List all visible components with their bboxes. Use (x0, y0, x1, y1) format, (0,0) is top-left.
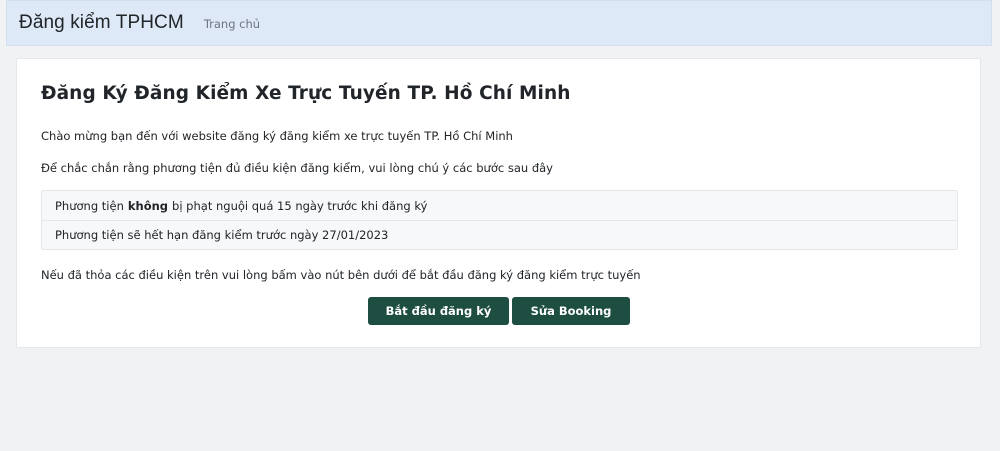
condition-item-fines-bold: không (127, 198, 169, 213)
registration-card: Đăng Ký Đăng Kiểm Xe Trực Tuyến TP. Hồ C… (16, 58, 981, 348)
brand-link[interactable]: Đăng kiểm TPHCM (19, 12, 184, 34)
page-title: Đăng Ký Đăng Kiểm Xe Trực Tuyến TP. Hồ C… (41, 83, 571, 104)
condition-item-expiry: Phương tiện sẽ hết hạn đăng kiểm trước n… (42, 220, 957, 249)
condition-item-fines: Phương tiện không bị phạt nguội quá 15 n… (42, 191, 957, 220)
top-navbar: Đăng kiểm TPHCM Trang chủ (6, 0, 992, 46)
instructions-text: Để chắc chắn rằng phương tiện đủ điều ki… (41, 161, 553, 175)
edit-booking-button[interactable]: Sửa Booking (512, 297, 630, 325)
prompt-text: Nếu đã thỏa các điều kiện trên vui lòng … (41, 268, 641, 282)
condition-item-expiry-text: Phương tiện sẽ hết hạn đăng kiểm trước n… (55, 228, 389, 242)
conditions-list: Phương tiện không bị phạt nguội quá 15 n… (41, 190, 958, 250)
nav-link-home[interactable]: Trang chủ (204, 17, 260, 31)
start-registration-button[interactable]: Bắt đầu đăng ký (368, 297, 509, 325)
condition-item-fines-suffix: bị phạt nguội quá 15 ngày trước khi đăng… (172, 198, 428, 213)
condition-item-fines-prefix: Phương tiện (55, 198, 124, 213)
welcome-text: Chào mừng bạn đến với website đăng ký đă… (41, 129, 513, 143)
